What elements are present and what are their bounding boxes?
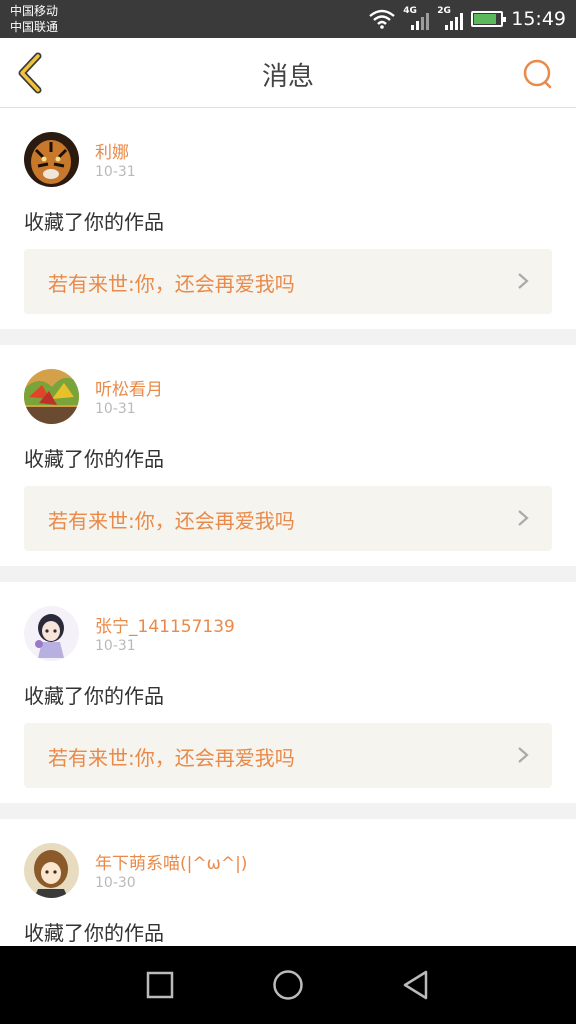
avatar[interactable] (24, 369, 79, 424)
signal-4g-icon: 4G (403, 6, 430, 30)
recent-apps-icon[interactable] (143, 968, 177, 1002)
page-title: 消息 (261, 62, 314, 92)
avatar[interactable] (24, 843, 79, 898)
message-list[interactable]: 利娜 10-31 收藏了你的作品 若有来世:你，还会再爱我吗 听松看月 10-3… (0, 108, 576, 946)
back-nav-icon[interactable] (399, 968, 433, 1002)
message-date: 10-31 (95, 401, 136, 417)
message-card: 张宁_141157139 10-31 收藏了你的作品 若有来世:你，还会再爱我吗 (0, 582, 576, 803)
message-card: 听松看月 10-31 收藏了你的作品 若有来世:你，还会再爱我吗 (0, 345, 576, 566)
sender-name[interactable]: 利娜 (95, 138, 129, 163)
work-link[interactable]: 若有来世:你，还会再爱我吗 (24, 723, 552, 788)
message-action: 收藏了你的作品 (24, 447, 164, 471)
chevron-right-icon (518, 510, 529, 526)
search-icon[interactable] (522, 58, 554, 90)
work-link[interactable]: 若有来世:你，还会再爱我吗 (24, 249, 552, 314)
chevron-right-icon (518, 273, 529, 289)
sender-name[interactable]: 听松看月 (95, 375, 163, 400)
home-icon[interactable] (271, 968, 305, 1002)
sender-name[interactable]: 张宁_141157139 (95, 612, 235, 637)
message-action: 收藏了你的作品 (24, 210, 164, 234)
avatar[interactable] (24, 132, 79, 187)
carrier-2: 中国联通 (10, 20, 59, 34)
status-icons: 4G 2G 15:49 (369, 0, 566, 38)
wifi-icon (369, 9, 396, 29)
chevron-right-icon (518, 747, 529, 763)
work-link[interactable]: 若有来世:你，还会再爱我吗 (24, 486, 552, 551)
message-card: 年下萌系喵(|^ω^|) 10-30 收藏了你的作品 (0, 819, 576, 946)
top-bar: 消息 (0, 38, 576, 108)
work-title: 若有来世:你，还会再爱我吗 (48, 272, 295, 296)
message-date: 10-30 (95, 875, 136, 891)
carrier-info: 中国移动 中国联通 (10, 3, 58, 35)
message-action: 收藏了你的作品 (24, 921, 164, 945)
avatar[interactable] (24, 606, 79, 661)
navigation-bar (0, 946, 576, 1024)
status-bar: 中国移动 中国联通 4G 2G 15:49 (0, 0, 576, 38)
message-date: 10-31 (95, 164, 136, 180)
work-title: 若有来世:你，还会再爱我吗 (48, 746, 295, 770)
carrier-1: 中国移动 (10, 4, 59, 18)
clock: 15:49 (511, 8, 566, 30)
signal-2g-icon: 2G (437, 6, 464, 30)
message-card: 利娜 10-31 收藏了你的作品 若有来世:你，还会再爱我吗 (0, 108, 576, 329)
message-date: 10-31 (95, 638, 136, 654)
work-title: 若有来世:你，还会再爱我吗 (48, 509, 295, 533)
message-action: 收藏了你的作品 (24, 684, 164, 708)
sender-name[interactable]: 年下萌系喵(|^ω^|) (95, 849, 247, 874)
battery-icon (471, 11, 507, 27)
